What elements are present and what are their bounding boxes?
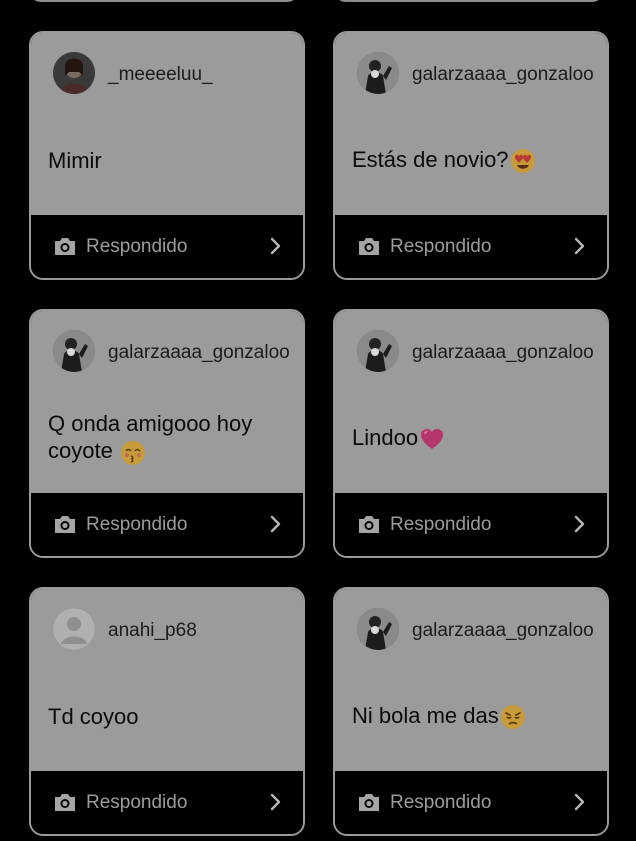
username[interactable]: galarzaaaa_gonzaloo: [412, 342, 594, 364]
question-text: Lindoo: [352, 397, 593, 479]
card-question-area: _meeeeluu_ Mimir: [31, 33, 303, 217]
camera-icon: [357, 513, 381, 535]
avatar[interactable]: [53, 608, 95, 650]
pink-heart-emoji: [419, 426, 445, 452]
status-label: Respondido: [390, 792, 492, 813]
kissing-closed-eyes-emoji: [120, 440, 146, 466]
username[interactable]: galarzaaaa_gonzaloo: [412, 620, 594, 642]
question-text: Td coyoo: [48, 703, 139, 729]
card-question-area: galarzaaaa_gonzaloo Q onda amigooo hoy c…: [31, 311, 303, 495]
card-footer[interactable]: Respondido: [335, 215, 607, 278]
question-text: Mimir: [48, 147, 102, 173]
username[interactable]: _meeeeluu_: [108, 64, 213, 86]
status-label: Respondido: [390, 236, 492, 257]
question-text: Ni bola me das: [352, 675, 593, 757]
avatar[interactable]: [357, 608, 399, 650]
card-footer[interactable]: Respondido: [335, 493, 607, 556]
avatar[interactable]: [357, 330, 399, 372]
replies-grid: _meeeeluu_ Mimir Respondido galarzaaaa_g…: [0, 0, 636, 841]
card-footer[interactable]: Respondido: [31, 215, 303, 278]
reply-card[interactable]: _meeeeluu_ Mimir Respondido: [29, 31, 305, 280]
username[interactable]: galarzaaaa_gonzaloo: [412, 64, 594, 86]
question-text: Estás de novio?: [352, 119, 593, 201]
disappointed-emoji: [500, 704, 526, 730]
avatar[interactable]: [53, 52, 95, 94]
card-question-area: galarzaaaa_gonzaloo Estás de novio?: [335, 33, 607, 217]
question-text: Q onda amigooo hoy coyote: [48, 397, 289, 479]
card-footer[interactable]: Respondido: [335, 771, 607, 834]
chevron-right-icon[interactable]: [573, 791, 587, 813]
camera-icon: [53, 235, 77, 257]
status-label: Respondido: [390, 514, 492, 535]
status-label: Respondido: [86, 514, 188, 535]
camera-icon: [53, 791, 77, 813]
camera-icon: [357, 791, 381, 813]
chevron-right-icon[interactable]: [269, 791, 283, 813]
chevron-right-icon[interactable]: [269, 235, 283, 257]
card-question-area: galarzaaaa_gonzaloo Lindoo: [335, 311, 607, 495]
status-label: Respondido: [86, 236, 188, 257]
card-question-area: anahi_p68 Td coyoo: [31, 589, 303, 773]
camera-icon: [357, 235, 381, 257]
chevron-right-icon[interactable]: [269, 513, 283, 535]
reply-card[interactable]: anahi_p68 Td coyoo Respondido: [29, 587, 305, 836]
chevron-right-icon[interactable]: [573, 235, 587, 257]
card-footer[interactable]: Respondido: [31, 493, 303, 556]
card-footer[interactable]: Respondido: [31, 771, 303, 834]
reply-card[interactable]: galarzaaaa_gonzaloo Q onda amigooo hoy c…: [29, 309, 305, 558]
heart-eyes-emoji: [510, 148, 536, 174]
reply-card[interactable]: galarzaaaa_gonzaloo Estás de novio? Resp…: [333, 31, 609, 280]
camera-icon: [53, 513, 77, 535]
reply-card[interactable]: galarzaaaa_gonzaloo Lindoo Respondido: [333, 309, 609, 558]
avatar[interactable]: [357, 52, 399, 94]
username[interactable]: anahi_p68: [108, 620, 197, 642]
chevron-right-icon[interactable]: [573, 513, 587, 535]
card-question-area: galarzaaaa_gonzaloo Ni bola me das: [335, 589, 607, 773]
avatar[interactable]: [53, 330, 95, 372]
reply-card[interactable]: galarzaaaa_gonzaloo Ni bola me das Respo…: [333, 587, 609, 836]
username[interactable]: galarzaaaa_gonzaloo: [108, 342, 290, 364]
status-label: Respondido: [86, 792, 188, 813]
